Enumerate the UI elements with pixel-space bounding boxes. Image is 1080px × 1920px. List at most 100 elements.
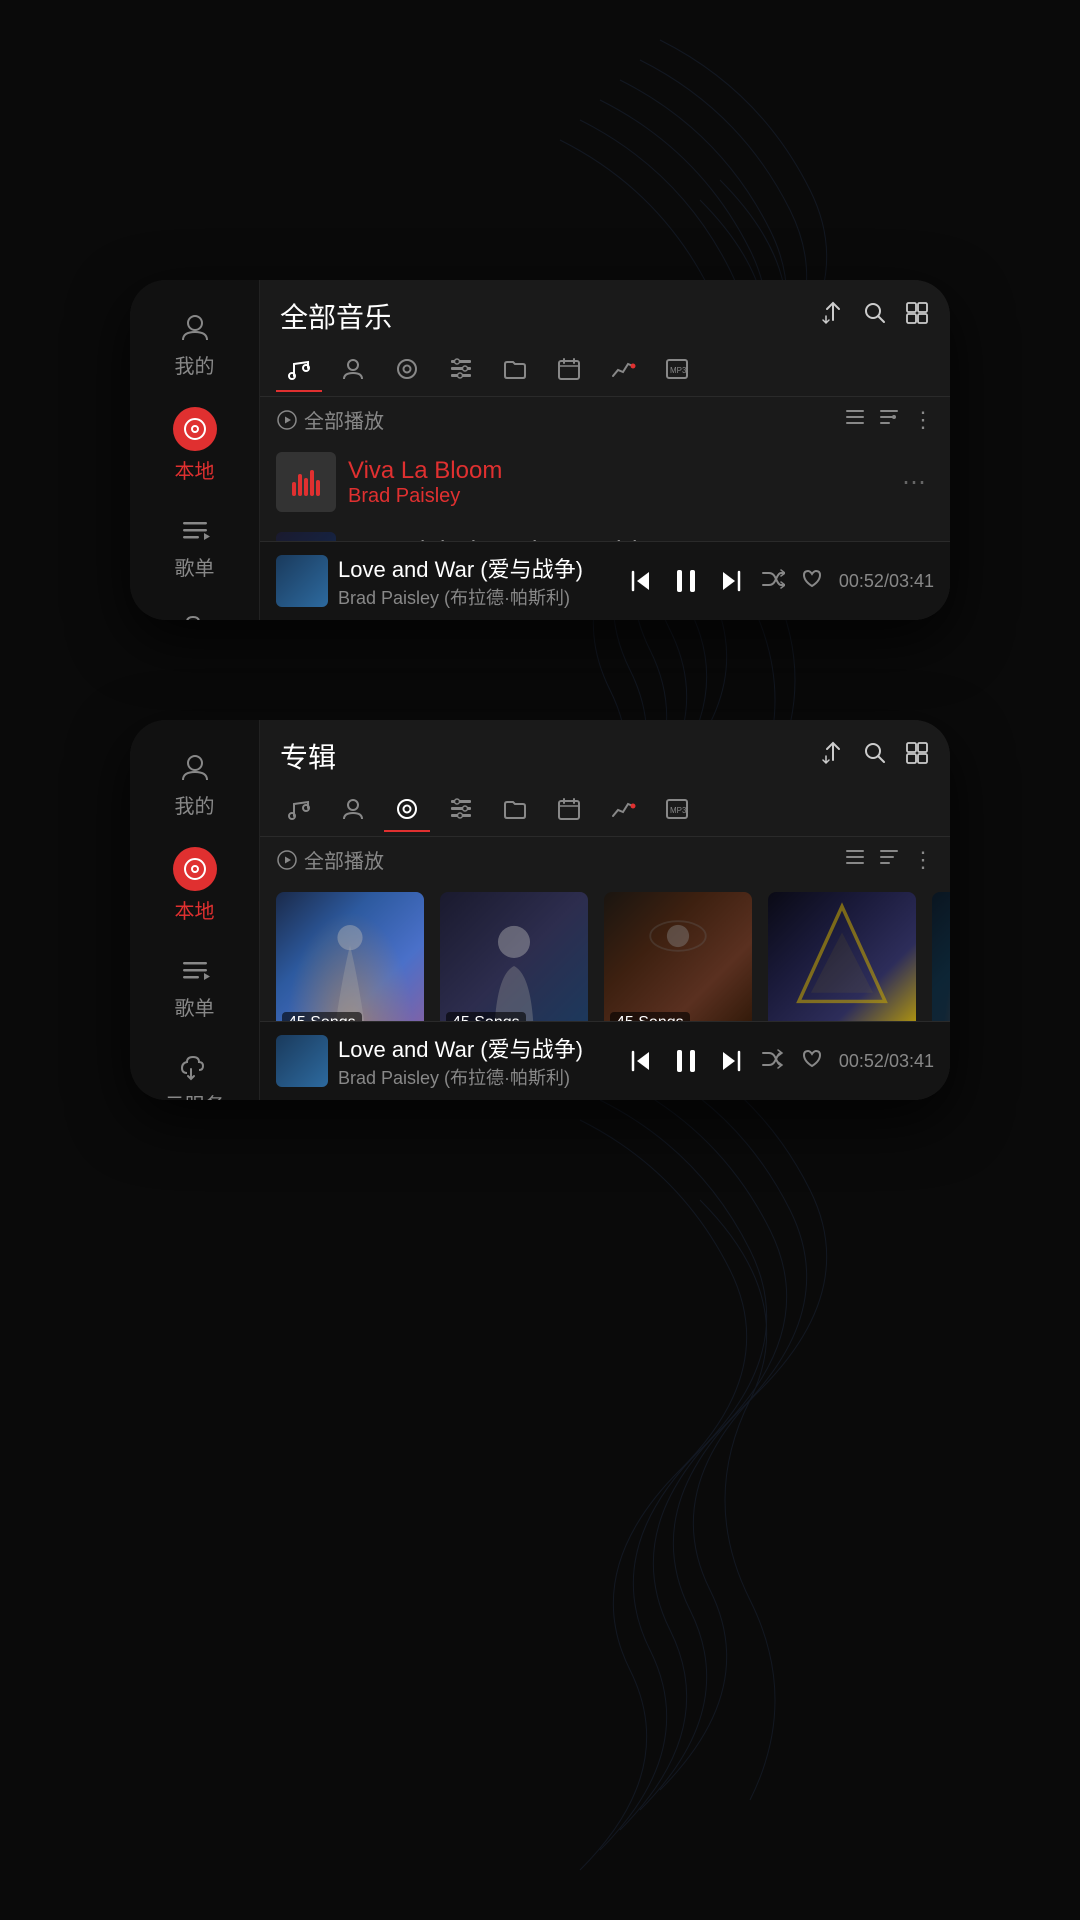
album-songs-2: 45 Songs — [446, 1012, 526, 1021]
more-icon-1[interactable]: ⋮ — [912, 407, 934, 433]
screen-2: 我的 本地 歌单 — [130, 720, 950, 1100]
sidebar-label-playlist-2: 歌单 — [175, 992, 215, 1021]
play-all-label-2: 全部播放 — [304, 845, 384, 874]
svg-text:MP3: MP3 — [670, 806, 687, 815]
np-controls-2: 00:52/03:41 — [627, 1044, 934, 1078]
album-cover-2: 45 Songs — [440, 892, 588, 1021]
tab-record-1[interactable] — [384, 348, 430, 392]
tab-eq-1[interactable] — [438, 348, 484, 392]
np-artist-2: Brad Paisley (布拉德·帕斯利) — [338, 1064, 617, 1090]
tab-calendar-2[interactable] — [546, 788, 592, 832]
prev-button-1[interactable] — [627, 567, 655, 595]
shuffle-button-1[interactable] — [759, 565, 785, 598]
tab-folder-2[interactable] — [492, 788, 538, 832]
np-thumb-1 — [276, 555, 328, 607]
sidebar-label-my: 我的 — [175, 350, 215, 379]
album-cover-1: 45 Songs — [276, 892, 424, 1021]
tab-record-2[interactable] — [384, 788, 430, 832]
next-button-1[interactable] — [717, 567, 745, 595]
list-icon-2[interactable] — [844, 846, 866, 874]
play-all-button-2[interactable]: 全部播放 — [276, 845, 384, 874]
tab-music-1[interactable] — [276, 348, 322, 392]
album-card-2[interactable]: 45 Songs 专辑名称 歌手 — [440, 892, 588, 1011]
header-actions-1 — [820, 300, 930, 333]
album-card-1[interactable]: 45 Songs 专辑名称 歌手名称 — [276, 892, 424, 1011]
tab-calendar-1[interactable] — [546, 348, 592, 392]
tab-mp3-2[interactable]: MP3 — [654, 788, 700, 832]
tab-person-2[interactable] — [330, 788, 376, 832]
sidebar-item-local[interactable]: 本地 — [130, 397, 259, 494]
tab-person-1[interactable] — [330, 348, 376, 392]
main-content-2: 专辑 — [260, 720, 950, 1100]
album-card-3[interactable]: 45 Songs 专辑名称 歌手名称 — [604, 892, 752, 1011]
np-info-1: Love and War (爱与战争) Brad Paisley (布拉德·帕斯… — [338, 552, 617, 610]
playback-time-2: 00:52/03:41 — [839, 1051, 934, 1072]
song-more-1[interactable]: ⋯ — [894, 464, 934, 501]
sidebar-label-playlist: 歌单 — [175, 552, 215, 581]
pause-button-1[interactable] — [669, 564, 703, 598]
song-item-2[interactable]: Down (Black Caviar Remix) Marian Hill ⋯ — [260, 522, 950, 541]
album-card-4[interactable]: 专辑名称 歌手名称 — [768, 892, 916, 1011]
grid-icon-2[interactable] — [904, 740, 930, 773]
sidebar-label-local-2: 本地 — [175, 895, 215, 924]
album-cover-3: 45 Songs — [604, 892, 752, 1021]
np-controls-1: 00:52/03:41 — [627, 564, 934, 598]
tab-bar-1: MP3 — [260, 344, 950, 397]
now-playing-bar-1: Love and War (爱与战争) Brad Paisley (布拉德·帕斯… — [260, 541, 950, 620]
song-info-1: Viva La Bloom Brad Paisley — [348, 457, 882, 508]
song-thumb-2 — [276, 532, 336, 541]
sidebar-item-playlist-2[interactable]: 歌单 — [130, 942, 259, 1031]
song-thumb-1 — [276, 452, 336, 512]
play-all-label-1: 全部播放 — [304, 405, 384, 434]
search-icon-1[interactable] — [862, 300, 888, 333]
list-icon-1[interactable] — [844, 406, 866, 434]
favorite-button-2[interactable] — [799, 1045, 825, 1078]
grid-icon-1[interactable] — [904, 300, 930, 333]
tab-music-2[interactable] — [276, 788, 322, 832]
filter-icon-1[interactable] — [878, 406, 900, 434]
tab-chart-2[interactable] — [600, 788, 646, 832]
header-2: 专辑 — [260, 720, 950, 784]
sidebar-item-cloud-2[interactable]: 云服务 — [130, 1039, 259, 1100]
tab-chart-1[interactable] — [600, 348, 646, 392]
local-disc-icon — [173, 407, 217, 451]
toolbar-1: 全部播放 — [260, 397, 950, 442]
search-icon-2[interactable] — [862, 740, 888, 773]
tab-eq-2[interactable] — [438, 788, 484, 832]
header-actions-2 — [820, 740, 930, 773]
np-title-2: Love and War (爱与战争) — [338, 1032, 617, 1064]
sort-icon-2[interactable] — [820, 740, 846, 773]
sidebar-item-cloud[interactable]: 云服务 — [130, 599, 259, 620]
tab-mp3-1[interactable]: MP3 — [654, 348, 700, 392]
tab-folder-1[interactable] — [492, 348, 538, 392]
song-item-1[interactable]: Viva La Bloom Brad Paisley ⋯ — [260, 442, 950, 522]
song-title-1: Viva La Bloom — [348, 457, 882, 485]
filter-icon-2[interactable] — [878, 846, 900, 874]
album-card-5[interactable]: 专辑名称 歌手 — [932, 892, 950, 1011]
sidebar-item-my-2[interactable]: 我的 — [130, 740, 259, 829]
shuffle-button-2[interactable] — [759, 1045, 785, 1078]
np-artist-1: Brad Paisley (布拉德·帕斯利) — [338, 584, 617, 610]
sidebar-label-cloud-2: 云服务 — [165, 1089, 225, 1100]
sidebar-2: 我的 本地 歌单 — [130, 720, 260, 1100]
sidebar-item-my[interactable]: 我的 — [130, 300, 259, 389]
pause-button-2[interactable] — [669, 1044, 703, 1078]
main-content-1: 全部音乐 — [260, 280, 950, 620]
play-all-button-1[interactable]: 全部播放 — [276, 405, 384, 434]
svg-text:MP3: MP3 — [670, 366, 687, 375]
page-title-1: 全部音乐 — [280, 296, 392, 336]
album-songs-3: 45 Songs — [610, 1012, 690, 1021]
sort-icon-1[interactable] — [820, 300, 846, 333]
song-artist-1: Brad Paisley — [348, 485, 882, 508]
album-songs-1: 45 Songs — [282, 1012, 362, 1021]
np-info-2: Love and War (爱与战争) Brad Paisley (布拉德·帕斯… — [338, 1032, 617, 1090]
sidebar-item-playlist[interactable]: 歌单 — [130, 502, 259, 591]
tab-bar-2: MP3 — [260, 784, 950, 837]
prev-button-2[interactable] — [627, 1047, 655, 1075]
sidebar-item-local-2[interactable]: 本地 — [130, 837, 259, 934]
sidebar-1: 我的 本地 歌单 — [130, 280, 260, 620]
more-icon-2[interactable]: ⋮ — [912, 847, 934, 873]
next-button-2[interactable] — [717, 1047, 745, 1075]
screen-1: 我的 本地 歌单 — [130, 280, 950, 620]
favorite-button-1[interactable] — [799, 565, 825, 598]
